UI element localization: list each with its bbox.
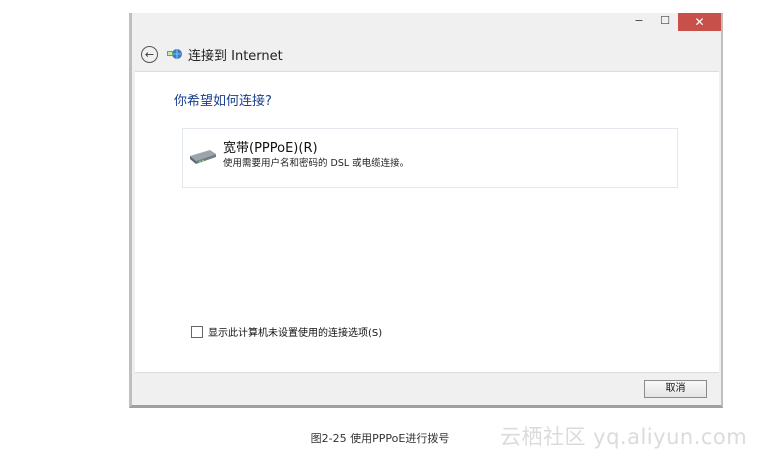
connection-question: 你希望如何连接? xyxy=(174,94,272,109)
show-options-row[interactable]: 显示此计算机未设置使用的连接选项(S) xyxy=(191,324,382,339)
wizard-content: 你希望如何连接? 宽带(PPPoE)(R) 使用需要用户名和密码的 DSL 或电… xyxy=(135,71,719,373)
cancel-button[interactable]: 取消 xyxy=(644,380,707,398)
wizard-header: ← 连接到 Internet xyxy=(141,43,283,65)
show-options-checkbox[interactable] xyxy=(191,325,203,338)
back-arrow-icon: ← xyxy=(144,47,155,61)
wizard-title: 连接到 Internet xyxy=(188,48,283,64)
title-bar: − ☐ ✕ xyxy=(132,13,721,41)
option-title: 宽带(PPPoE)(R) xyxy=(223,141,318,156)
back-button[interactable]: ← xyxy=(141,45,158,63)
network-globe-icon xyxy=(167,49,182,59)
broadband-pppoe-option[interactable]: 宽带(PPPoE)(R) 使用需要用户名和密码的 DSL 或电缆连接。 xyxy=(182,128,678,188)
close-button[interactable]: ✕ xyxy=(678,13,721,31)
option-description: 使用需要用户名和密码的 DSL 或电缆连接。 xyxy=(223,158,410,169)
connect-wizard-window: − ☐ ✕ ← 连接到 Internet 你希望如何连接? 宽带(PPPoE)(… xyxy=(129,13,723,408)
watermark: 云栖社区 yq.aliyun.com xyxy=(500,425,748,449)
modem-icon xyxy=(190,150,216,164)
minimize-button[interactable]: − xyxy=(629,13,649,31)
wizard-footer: 取消 xyxy=(132,371,721,405)
show-options-label: 显示此计算机未设置使用的连接选项(S) xyxy=(208,328,383,339)
maximize-button[interactable]: ☐ xyxy=(655,13,675,31)
